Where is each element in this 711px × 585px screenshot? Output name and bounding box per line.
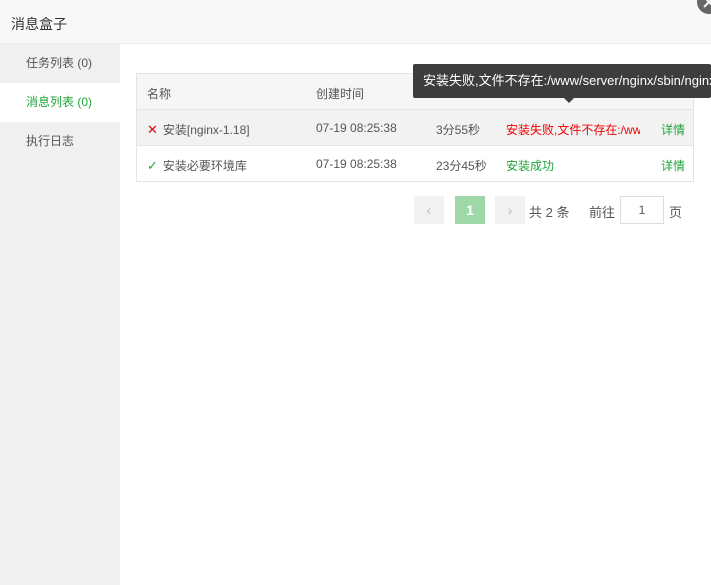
header-name: 名称 [147,87,172,101]
sidebar-item-tasks[interactable]: 任务列表 (0) [0,44,120,83]
row-created: 07-19 08:25:38 [316,157,397,171]
page-1-button[interactable]: 1 [455,196,485,224]
check-icon: ✓ [147,158,158,173]
page-input[interactable] [620,196,664,224]
sidebar-item-logs[interactable]: 执行日志 [0,122,120,161]
close-icon[interactable] [697,0,711,14]
row-name: 安装必要环境库 [162,159,247,173]
tooltip-arrow [563,97,575,103]
row-name: 安装[nginx-1.18] [162,123,250,137]
table-row: ✓ 安装必要环境库 07-19 08:25:38 23分45秒 安装成功 详情 [137,146,693,182]
page-suffix: 页 [669,205,683,220]
row-duration: 23分45秒 [436,159,487,173]
title-bar: 消息盒子 [0,0,711,44]
sidebar-item-messages[interactable]: 消息列表 (0) [0,83,120,122]
row-status: 安装失败,文件不存在:/www/server/nginx/sbin/nginx [506,123,640,137]
row-status: 安装成功 [506,159,555,173]
next-page-button[interactable]: › [495,196,525,224]
status-tooltip: 安装失败,文件不存在:/www/server/nginx/sbin/nginx [413,64,711,98]
header-created: 创建时间 [316,87,365,101]
details-link[interactable]: 详情 [661,121,685,138]
row-duration: 3分55秒 [436,123,481,137]
prev-page-button[interactable]: ‹ [414,196,444,224]
x-icon: ✕ [147,122,158,137]
row-name-cell: ✕ 安装[nginx-1.18] [147,121,250,138]
row-created: 07-19 08:25:38 [316,121,397,135]
details-link[interactable]: 详情 [661,157,685,174]
total-count: 共 2 条 [529,205,570,220]
window-title: 消息盒子 [11,16,67,32]
table-row: ✕ 安装[nginx-1.18] 07-19 08:25:38 3分55秒 安装失… [137,110,693,146]
row-name-cell: ✓ 安装必要环境库 [147,157,247,174]
sidebar: 任务列表 (0) 消息列表 (0) 执行日志 [0,44,120,585]
goto-label: 前往 [589,205,616,220]
